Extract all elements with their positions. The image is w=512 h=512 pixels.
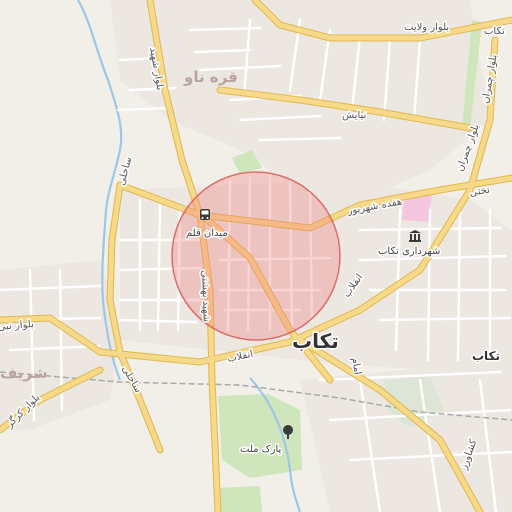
city-label: تکاب bbox=[292, 329, 339, 353]
search-radius-circle[interactable] bbox=[171, 171, 341, 341]
map-view[interactable]: تکاب تکاب قره ناو شریف میدان قلم پارک مل… bbox=[0, 0, 512, 512]
city-east-label: تکاب bbox=[472, 349, 500, 363]
district-label-sharif: شریف bbox=[0, 364, 48, 382]
hospital-area bbox=[402, 196, 432, 222]
map-canvas[interactable]: تکاب تکاب قره ناو شریف میدان قلم پارک مل… bbox=[0, 0, 512, 512]
district-label-qarenav: قره ناو bbox=[183, 68, 238, 86]
road-label-blvd-velayat: بلوار ولایت bbox=[404, 22, 449, 33]
bus-icon[interactable] bbox=[200, 209, 210, 220]
square-label: میدان قلم bbox=[186, 228, 228, 239]
municipality-label: شهرداری تکاب bbox=[378, 246, 440, 257]
road-label-niayesh: نیایش bbox=[342, 110, 366, 121]
road-label-shahid-beheshti: شهید بهشتی bbox=[199, 270, 212, 322]
park-label: پارک ملت bbox=[240, 444, 281, 455]
road-label-takab-ne: تکاب bbox=[484, 26, 505, 37]
